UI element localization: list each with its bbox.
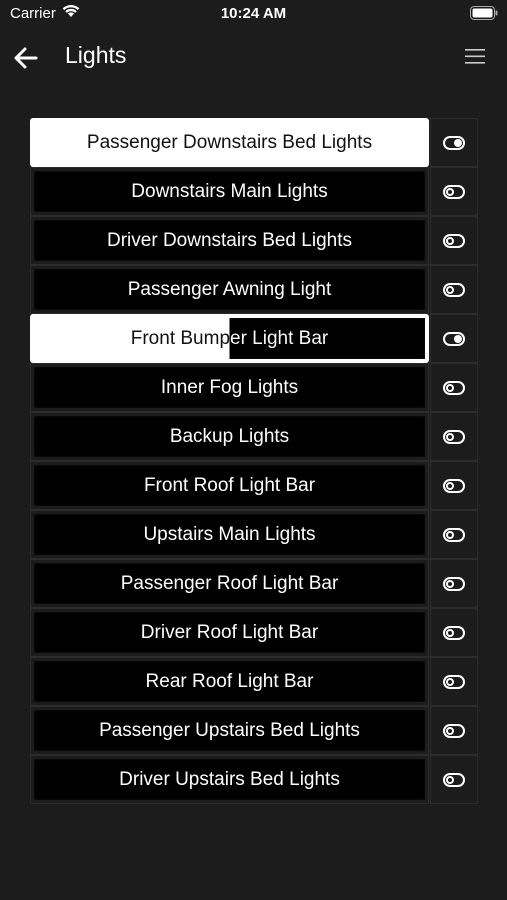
- light-button[interactable]: Passenger Roof Light Bar: [30, 559, 429, 608]
- light-row: Rear Roof Light Bar: [30, 657, 478, 706]
- toggle-knob: [446, 530, 454, 539]
- toggle-knob: [446, 481, 454, 490]
- light-toggle-button[interactable]: [430, 755, 478, 804]
- toggle-knob: [446, 775, 454, 784]
- light-label: Driver Downstairs Bed Lights: [107, 229, 352, 251]
- light-toggle-button[interactable]: [430, 608, 478, 657]
- light-button[interactable]: Driver Downstairs Bed Lights: [30, 216, 429, 265]
- light-row: Front Bumper Light Bar: [30, 314, 478, 363]
- light-row: Passenger Downstairs Bed Lights: [30, 118, 478, 167]
- light-button[interactable]: Backup Lights: [30, 412, 429, 461]
- light-button[interactable]: Downstairs Main Lights: [30, 167, 429, 216]
- light-button[interactable]: Inner Fog Lights: [30, 363, 429, 412]
- light-toggle-button[interactable]: [430, 265, 478, 314]
- toggle-icon: [443, 772, 465, 787]
- page-title: Lights: [65, 42, 127, 68]
- light-toggle-button[interactable]: [430, 657, 478, 706]
- hamburger-menu-icon[interactable]: [465, 47, 487, 67]
- battery-icon: [470, 6, 498, 24]
- status-bar: Carrier 10:24 AM: [0, 0, 507, 28]
- light-row: Driver Roof Light Bar: [30, 608, 478, 657]
- light-label: Downstairs Main Lights: [131, 180, 328, 202]
- light-button[interactable]: Upstairs Main Lights: [30, 510, 429, 559]
- light-row: Downstairs Main Lights: [30, 167, 478, 216]
- light-toggle-button[interactable]: [430, 314, 478, 363]
- light-row: Passenger Upstairs Bed Lights: [30, 706, 478, 755]
- toggle-icon: [443, 331, 465, 346]
- light-label: Front Roof Light Bar: [143, 474, 316, 496]
- light-row: Upstairs Main Lights: [30, 510, 478, 559]
- light-label: Inner Fog Lights: [160, 376, 299, 398]
- light-button[interactable]: Passenger Awning Light: [30, 265, 429, 314]
- light-label: Rear Roof Light Bar: [145, 670, 314, 692]
- toggle-knob: [446, 726, 454, 735]
- light-label: Passenger Roof Light Bar: [120, 572, 339, 594]
- toggle-knob: [446, 383, 454, 392]
- light-toggle-button[interactable]: [430, 363, 478, 412]
- status-time: 10:24 AM: [220, 5, 287, 22]
- toggle-knob: [446, 579, 454, 588]
- light-button[interactable]: Driver Upstairs Bed Lights: [30, 755, 429, 804]
- light-label: Passenger Upstairs Bed Lights: [99, 719, 360, 741]
- light-toggle-button[interactable]: [430, 167, 478, 216]
- light-toggle-button[interactable]: [430, 559, 478, 608]
- toggle-knob: [446, 236, 454, 245]
- light-button[interactable]: Rear Roof Light Bar: [30, 657, 429, 706]
- toggle-icon: [443, 184, 465, 199]
- toggle-icon: [443, 380, 465, 395]
- light-label: Passenger Awning Light: [127, 278, 332, 300]
- light-label: Driver Upstairs Bed Lights: [119, 768, 340, 790]
- light-toggle-button[interactable]: [430, 510, 478, 559]
- light-row: Driver Upstairs Bed Lights: [30, 755, 478, 804]
- navigation-bar: Lights: [0, 30, 507, 86]
- light-row: Passenger Roof Light Bar: [30, 559, 478, 608]
- toggle-knob: [446, 677, 454, 686]
- toggle-knob: [446, 628, 454, 637]
- light-button[interactable]: Driver Roof Light Bar: [30, 608, 429, 657]
- toggle-knob: [454, 138, 462, 147]
- light-button[interactable]: Passenger Downstairs Bed Lights: [30, 118, 429, 167]
- light-toggle-button[interactable]: [430, 216, 478, 265]
- toggle-icon: [443, 478, 465, 493]
- light-row: Driver Downstairs Bed Lights: [30, 216, 478, 265]
- toggle-icon: [443, 429, 465, 444]
- toggle-icon: [443, 723, 465, 738]
- light-button[interactable]: Passenger Upstairs Bed Lights: [30, 706, 429, 755]
- light-label: Passenger Downstairs Bed Lights: [86, 131, 373, 153]
- toggle-icon: [443, 674, 465, 689]
- light-label: Upstairs Main Lights: [143, 523, 316, 545]
- light-button[interactable]: Front Roof Light Bar: [30, 461, 429, 510]
- toggle-icon: [443, 576, 465, 591]
- light-toggle-button[interactable]: [430, 706, 478, 755]
- light-toggle-button[interactable]: [430, 412, 478, 461]
- light-row: Inner Fog Lights: [30, 363, 478, 412]
- back-arrow-icon[interactable]: [12, 44, 40, 72]
- toggle-icon: [443, 527, 465, 542]
- toggle-knob: [446, 187, 454, 196]
- light-row: Passenger Awning Light: [30, 265, 478, 314]
- light-button[interactable]: Front Bumper Light Bar: [30, 314, 429, 363]
- lights-list: Passenger Downstairs Bed Lights Downstair…: [30, 118, 478, 804]
- toggle-icon: [443, 135, 465, 150]
- toggle-knob: [446, 432, 454, 441]
- light-row: Backup Lights: [30, 412, 478, 461]
- light-toggle-button[interactable]: [430, 118, 478, 167]
- light-label: Front Bumper Light Bar: [31, 315, 428, 362]
- toggle-knob: [446, 285, 454, 294]
- toggle-icon: [443, 282, 465, 297]
- toggle-icon: [443, 233, 465, 248]
- light-row: Front Roof Light Bar: [30, 461, 478, 510]
- toggle-icon: [443, 625, 465, 640]
- light-toggle-button[interactable]: [430, 461, 478, 510]
- light-label: Driver Roof Light Bar: [140, 621, 319, 643]
- light-label: Backup Lights: [169, 425, 290, 447]
- toggle-knob: [454, 334, 462, 343]
